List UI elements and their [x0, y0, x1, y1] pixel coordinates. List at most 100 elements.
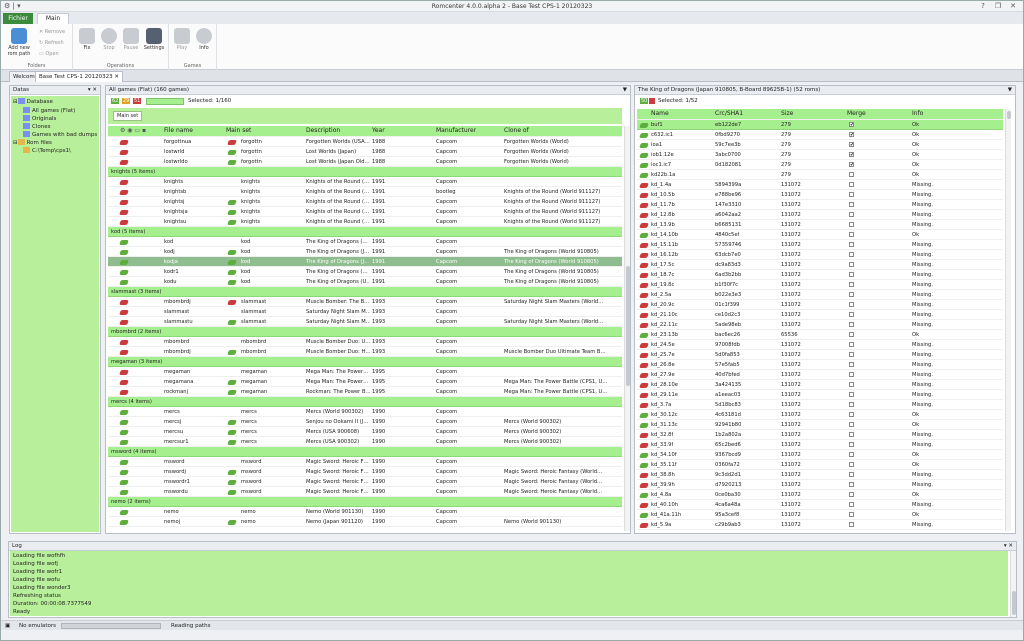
group-row[interactable]: mbombrd (2 items): [108, 327, 622, 337]
rom-row[interactable]: kd22b.1a 279 Ok: [637, 170, 1003, 180]
pin-icon[interactable]: ▾ ✕: [1004, 542, 1013, 551]
merge-checkbox[interactable]: ✔: [849, 142, 854, 147]
rom-row[interactable]: kd_25.7e 5d0fa853 131072 Missing.: [637, 350, 1003, 360]
merge-checkbox[interactable]: [849, 422, 854, 427]
group-row[interactable]: nemo (2 items): [108, 497, 622, 507]
open-button[interactable]: ▭ Open: [39, 51, 59, 57]
tree-node-all-games[interactable]: All games (Flat): [23, 107, 75, 114]
merge-checkbox[interactable]: [849, 172, 854, 177]
games-scrollbar[interactable]: [624, 126, 630, 531]
rom-row[interactable]: iob1.12e 3abc0700 279 ✔ Ok: [637, 150, 1003, 160]
main-tab[interactable]: Main: [37, 13, 69, 24]
rom-row[interactable]: kd_2.5a b022e3e3 131072 Missing.: [637, 290, 1003, 300]
rom-row[interactable]: kd_21.10c ce10d2c3 131072 Missing.: [637, 310, 1003, 320]
rom-row[interactable]: kd_32.8f 1b2a802a 131072 Missing.: [637, 430, 1003, 440]
rom-row[interactable]: kd_15.11b 57359746 131072 Missing.: [637, 240, 1003, 250]
rom-row[interactable]: kd_24.5e 97008fdb 131072 Missing.: [637, 340, 1003, 350]
col-filename[interactable]: File name: [164, 126, 193, 136]
play-button[interactable]: Play: [173, 28, 191, 51]
tree-node-clones[interactable]: Clones: [23, 123, 50, 130]
rom-row[interactable]: kd_18.7c 6ad3b2bb 131072 Missing.: [637, 270, 1003, 280]
table-row[interactable]: forgottnua forgottn Forgotten Worlds (USA……: [108, 137, 622, 147]
table-row[interactable]: knights knights Knights of the Round (… 199…: [108, 177, 622, 187]
table-row[interactable]: mercsur1 mercs Mercs (USA 900302) 1990 Capco…: [108, 437, 622, 447]
rom-row[interactable]: kd_12.8b a6042aa2 131072 Missing.: [637, 210, 1003, 220]
rom-row[interactable]: kd_17.5c dc9a83d3 131072 Missing.: [637, 260, 1003, 270]
merge-checkbox[interactable]: [849, 412, 854, 417]
table-row[interactable]: kodja kod The King of Dragons (J… 1991 Capco…: [108, 257, 622, 267]
stop-button[interactable]: Stop: [100, 28, 118, 51]
scroll-thumb[interactable]: [1007, 111, 1011, 119]
merge-checkbox[interactable]: [849, 192, 854, 197]
rom-row[interactable]: kd_20.9c 01c1f399 131072 Missing.: [637, 300, 1003, 310]
merge-checkbox[interactable]: [849, 312, 854, 317]
merge-checkbox[interactable]: [849, 202, 854, 207]
rom-row[interactable]: kd_14.10b 4840c5ef 131072 Ok: [637, 230, 1003, 240]
table-row[interactable]: mswordu msword Magic Sword: Heroic F… 1990 C…: [108, 487, 622, 497]
merge-checkbox[interactable]: [849, 332, 854, 337]
log-scrollbar[interactable]: [1010, 551, 1016, 617]
merge-checkbox[interactable]: [849, 272, 854, 277]
table-row[interactable]: nemoj nemo Nemo (Japan 901120) 1990 Capcom Ne…: [108, 517, 622, 527]
close-tab-icon[interactable]: ✕: [114, 74, 119, 80]
col-manufacturer[interactable]: Manufacturer: [436, 126, 476, 136]
merge-checkbox[interactable]: [849, 372, 854, 377]
table-row[interactable]: knightsu knights Knights of the Round (… 19…: [108, 217, 622, 227]
table-row[interactable]: kodu kod The King of Dragons (U… 1991 Capcom…: [108, 277, 622, 287]
table-row[interactable]: mbombrdj slammast Muscle Bomber: The B… 199…: [108, 297, 622, 307]
col-description[interactable]: Description: [306, 126, 340, 136]
merge-checkbox[interactable]: [849, 252, 854, 257]
group-row[interactable]: kod (5 items): [108, 227, 622, 237]
rom-row[interactable]: kd_16.12b 63dcb7e0 131072 Missing.: [637, 250, 1003, 260]
rom-row[interactable]: kd_33.9f 65c2bed6 131072 Missing.: [637, 440, 1003, 450]
rom-row[interactable]: kd_4.8a 0ce0ba30 131072 Ok: [637, 490, 1003, 500]
merge-checkbox[interactable]: [849, 482, 854, 487]
group-row[interactable]: megaman (3 items): [108, 357, 622, 367]
col-cloneof[interactable]: Clone of: [504, 126, 529, 136]
merge-checkbox[interactable]: [849, 182, 854, 187]
rom-row[interactable]: kd_19.8c b1f30f7c 131072 Missing.: [637, 280, 1003, 290]
table-row[interactable]: mercsj mercs Senjou no Ookami II (J… 1990 Ca…: [108, 417, 622, 427]
merge-checkbox[interactable]: [849, 522, 854, 527]
table-row[interactable]: rockmanj megaman Rockman: The Power B… 1995…: [108, 387, 622, 397]
table-row[interactable]: mbombrdj mbombrd Muscle Bomber Duo: H… 1993…: [108, 347, 622, 357]
rom-row[interactable]: kd_38.8h 9c3dd2d1 131072 Missing.: [637, 470, 1003, 480]
file-tab[interactable]: Fichier: [3, 13, 33, 24]
rom-row[interactable]: kd_35.11f 0360fa72 131072 Ok: [637, 460, 1003, 470]
table-row[interactable]: megamana megaman Mega Man: The Power… 1995 C…: [108, 377, 622, 387]
merge-checkbox[interactable]: [849, 222, 854, 227]
rom-row[interactable]: kd_5.9a c29b9ab3 131072 Missing.: [637, 520, 1003, 530]
merge-checkbox[interactable]: [849, 262, 854, 267]
col-year[interactable]: Year: [372, 126, 385, 136]
table-row[interactable]: kodr1 kod The King of Dragons (… 1991 Capcom…: [108, 267, 622, 277]
tree-node-originals[interactable]: Originals: [23, 115, 56, 122]
table-row[interactable]: mswordj msword Magic Sword: Heroic F… 1990 C…: [108, 467, 622, 477]
group-by-chip[interactable]: Main set: [113, 111, 143, 121]
tree-node-path[interactable]: C:\Temp\cps1\: [23, 147, 71, 154]
merge-checkbox[interactable]: [849, 362, 854, 367]
table-row[interactable]: nemo nemo Nemo (World 901130) 1990 Capcom: [108, 507, 622, 517]
rom-row[interactable]: kd_10.5b e788be96 131072 Missing.: [637, 190, 1003, 200]
refresh-button[interactable]: ↻ Refresh: [39, 40, 64, 46]
table-row[interactable]: lostwrld forgottn Lost Worlds (Japan) 1988 C…: [108, 147, 622, 157]
merge-checkbox[interactable]: [849, 392, 854, 397]
merge-checkbox[interactable]: [849, 382, 854, 387]
restore-icon[interactable]: ❐: [991, 1, 1005, 11]
rom-row[interactable]: ioc1.ic7 0d182081 279 ✔ Ok: [637, 160, 1003, 170]
table-row[interactable]: mercs mercs Mercs (World 900302) 1990 Capcom: [108, 407, 622, 417]
group-row[interactable]: msword (4 items): [108, 447, 622, 457]
merge-checkbox[interactable]: [849, 302, 854, 307]
rom-row[interactable]: buf1 eb122de7 279 ✔ Ok: [637, 120, 1003, 130]
tab-database[interactable]: Base Test CPS-1 20120323 ✕: [35, 71, 123, 82]
rom-row[interactable]: kd_3.7a 5d18bc83 131072 Missing.: [637, 400, 1003, 410]
dropdown-icon[interactable]: ▼: [623, 86, 627, 95]
merge-checkbox[interactable]: ✔: [849, 122, 854, 127]
col-info[interactable]: Info: [912, 109, 923, 119]
merge-checkbox[interactable]: [849, 512, 854, 517]
rom-row[interactable]: kd_13.9b b6685131 131072 Missing.: [637, 220, 1003, 230]
merge-checkbox[interactable]: [849, 442, 854, 447]
merge-checkbox[interactable]: ✔: [849, 152, 854, 157]
merge-checkbox[interactable]: [849, 322, 854, 327]
scroll-thumb[interactable]: [626, 266, 630, 386]
table-row[interactable]: mercsu mercs Mercs (USA 900608) 1990 Capcom M…: [108, 427, 622, 437]
